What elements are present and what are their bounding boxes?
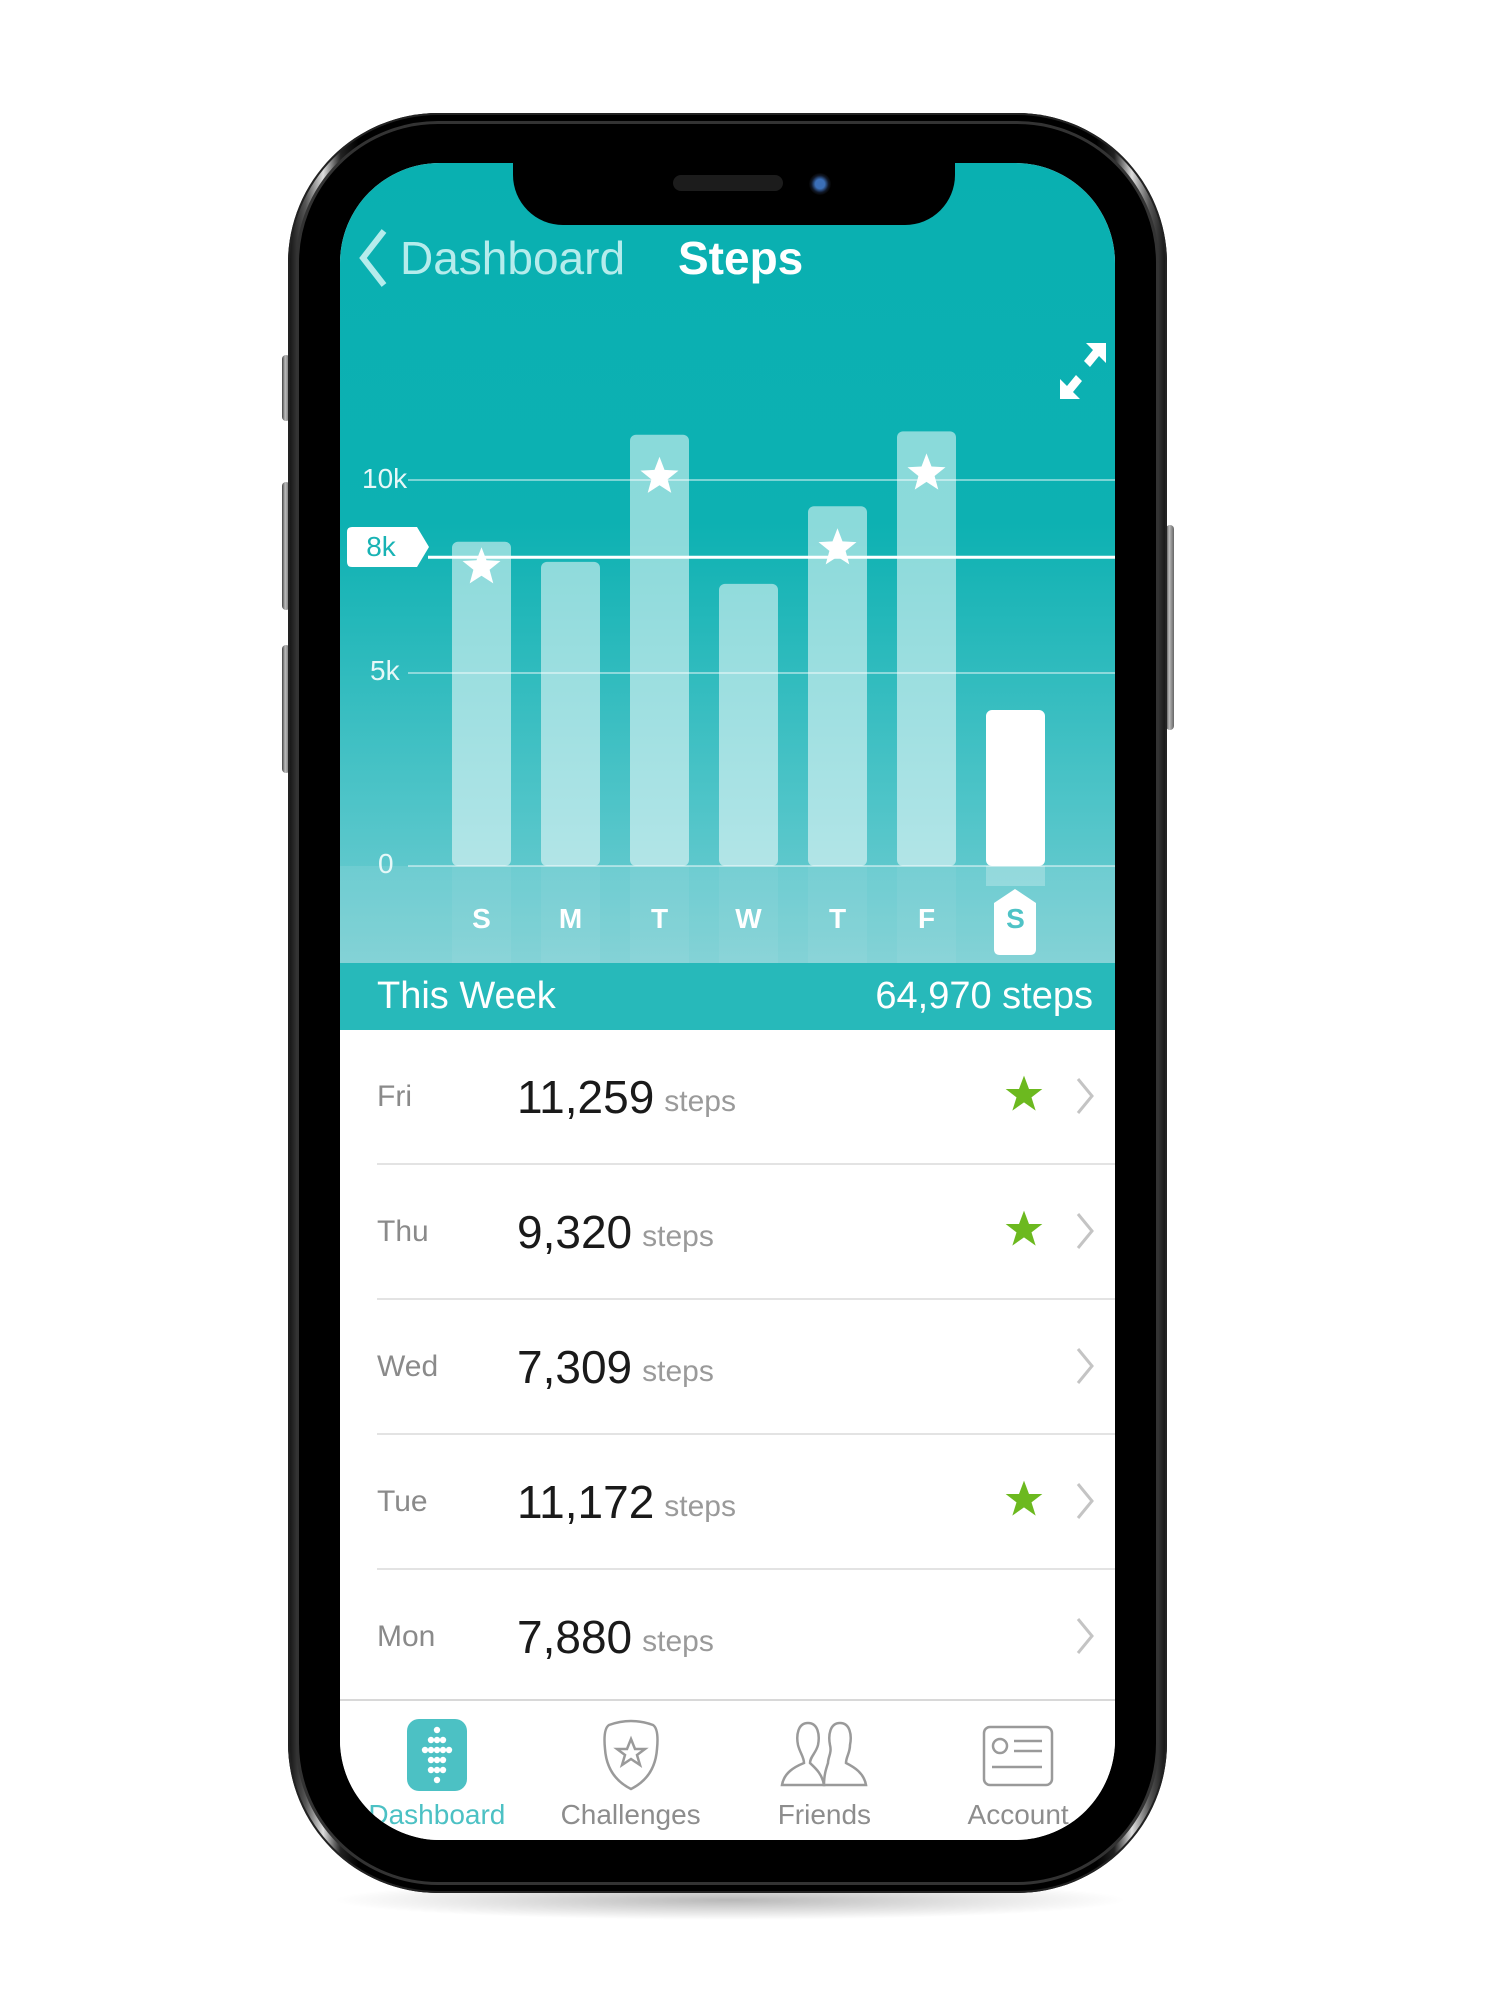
list-item[interactable]: Thu 9,320 steps [377,1165,1115,1300]
notch [513,163,955,225]
bar-0 [452,541,511,866]
y-tick-label-10k: 10k [362,463,408,494]
bar-1 [541,561,600,866]
tab-bar: Dashboard Challenges Friends Account [340,1699,1115,1840]
steps-value: 11,172 [517,1475,655,1528]
bar-6 [986,710,1045,866]
x-tick-label[interactable]: M [541,903,601,935]
goal-star-icon [1005,1075,1043,1111]
bar-2 [630,434,689,866]
y-tick-label-0: 0 [378,848,394,879]
day-label: Mon [377,1619,436,1653]
day-label: Wed [377,1349,439,1383]
steps-value: 11,259 [517,1070,655,1123]
tab-dashboard[interactable]: Dashboard [340,1701,534,1840]
tab-challenges[interactable]: Challenges [534,1701,728,1840]
power-button [1166,525,1174,730]
day-label: Thu [377,1214,429,1248]
id-card-icon [982,1725,1054,1787]
chevron-right-icon [1076,1618,1094,1654]
daily-steps-list: Fri 11,259 steps Thu 9,320 steps Wed 7,3… [340,1030,1115,1703]
steps-value: 9,320 [517,1205,633,1258]
tab-friends[interactable]: Friends [728,1701,922,1840]
goal-star-icon [1005,1210,1043,1246]
day-label: Tue [377,1484,428,1518]
tab-label: Friends [777,1799,872,1830]
x-tick-label[interactable]: F [897,903,957,935]
front-camera [809,173,831,195]
x-tick-label[interactable]: S [452,903,512,935]
steps-unit: steps [642,1354,714,1388]
x-tick-label[interactable]: T [808,903,868,935]
day-label: Fri [377,1079,412,1113]
steps-value: 7,309 [517,1340,633,1393]
chevron-right-icon [1076,1348,1094,1384]
steps-bar-chart [340,431,1115,963]
x-tick-label[interactable]: W [719,903,779,935]
week-total: 64,970 steps [875,975,1093,1017]
list-item[interactable]: Fri 11,259 steps [377,1030,1115,1165]
shield-star-icon [602,1719,659,1791]
list-item[interactable]: Wed 7,309 steps [377,1300,1115,1435]
list-item[interactable]: Tue 11,172 steps [377,1435,1115,1570]
chevron-right-icon [1076,1483,1094,1519]
steps-value: 7,880 [517,1610,633,1663]
phone-screen: Dashboard Steps 10k 5k 0 8k SMTWTFS This… [340,163,1115,1840]
goal-badge: 8k [347,527,429,567]
bar-3 [719,583,778,866]
week-label: This Week [377,975,556,1017]
steps-unit: steps [642,1219,714,1253]
steps-unit: steps [642,1624,714,1658]
chevron-right-icon [1076,1213,1094,1249]
week-summary-bar: This Week 64,970 steps [340,963,1115,1030]
x-tick-label[interactable]: S [986,903,1046,935]
bar-5 [897,431,956,866]
bar-4 [808,506,867,866]
steps-unit: steps [664,1489,736,1523]
fitbit-logo-icon [406,1719,467,1791]
tab-label: Dashboard [368,1799,506,1830]
chevron-right-icon [1076,1078,1094,1114]
tab-label: Challenges [560,1799,701,1830]
goal-star-icon [1005,1480,1043,1516]
friends-icon [780,1721,868,1787]
y-tick-label-5k: 5k [370,655,400,686]
list-item[interactable]: Mon 7,880 steps [377,1570,1115,1703]
x-tick-label[interactable]: T [630,903,690,935]
tab-label: Account [967,1799,1069,1830]
bar-reflection-6 [986,866,1045,886]
tab-account[interactable]: Account [921,1701,1115,1840]
speaker-grille [673,175,783,191]
steps-unit: steps [664,1084,736,1118]
goal-label: 8k [366,531,396,562]
